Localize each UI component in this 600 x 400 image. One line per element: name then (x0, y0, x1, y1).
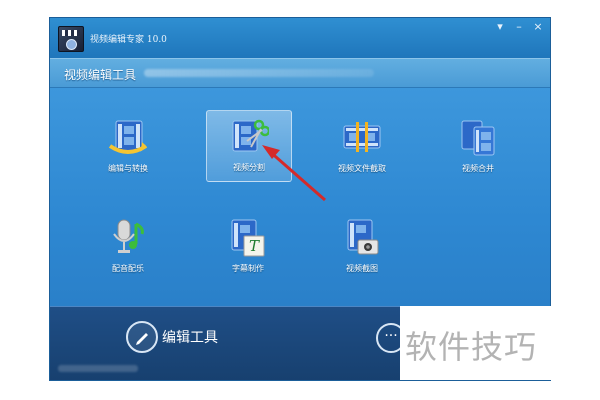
subtitle-t-icon: T (231, 219, 265, 257)
blurred-text (144, 69, 374, 77)
app-logo-icon (58, 26, 84, 52)
tool-label: 视频截图 (346, 264, 378, 273)
pen-icon (126, 321, 158, 353)
film-strip-cut-icon (343, 122, 381, 152)
edit-tools-label: 编辑工具 (162, 330, 218, 346)
watermark-text: 软件技巧 (405, 328, 538, 366)
tool-label: 视频合并 (462, 164, 494, 173)
film-scissors-icon (232, 119, 269, 152)
tool-edit-convert[interactable]: 编辑与转换 (86, 112, 170, 182)
tool-label: 视频分割 (233, 163, 265, 172)
svg-text:T: T (249, 237, 260, 255)
minimize-button[interactable]: – (511, 20, 527, 34)
tool-video-trim[interactable]: 视频文件截取 (320, 112, 404, 182)
microphone-music-icon (113, 219, 144, 253)
status-text-blurred (58, 365, 138, 372)
tools-panel: 编辑与转换 视频分割 视频文件截取 视频合并 配音配乐 T 字幕制作 视频截图 (50, 88, 550, 306)
section-header: 视频编辑工具 (50, 58, 550, 88)
menu-dropdown-button[interactable]: ▾ (492, 20, 508, 34)
tool-subtitle[interactable]: T 字幕制作 (206, 212, 290, 282)
edit-tools-tab[interactable]: 编辑工具 (126, 321, 246, 353)
close-button[interactable]: × (530, 20, 546, 34)
title-bar[interactable]: 视频编辑专家 10.0 ▾ – × (50, 18, 550, 58)
camera-screenshot-icon (347, 219, 379, 255)
tool-video-merge[interactable]: 视频合并 (436, 112, 520, 182)
tool-label: 视频文件截取 (338, 164, 386, 173)
film-convert-icon (108, 120, 148, 154)
tool-label: 编辑与转换 (108, 164, 148, 173)
tool-video-screenshot[interactable]: 视频截图 (320, 212, 404, 282)
tool-label: 配音配乐 (112, 264, 144, 273)
window-title: 视频编辑专家 10.0 (90, 35, 167, 45)
tool-video-split[interactable]: 视频分割 (206, 110, 292, 182)
film-merge-icon (461, 120, 495, 156)
tool-label: 字幕制作 (232, 264, 264, 273)
tool-dubbing-music[interactable]: 配音配乐 (86, 212, 170, 282)
section-title: 视频编辑工具 (64, 68, 137, 82)
